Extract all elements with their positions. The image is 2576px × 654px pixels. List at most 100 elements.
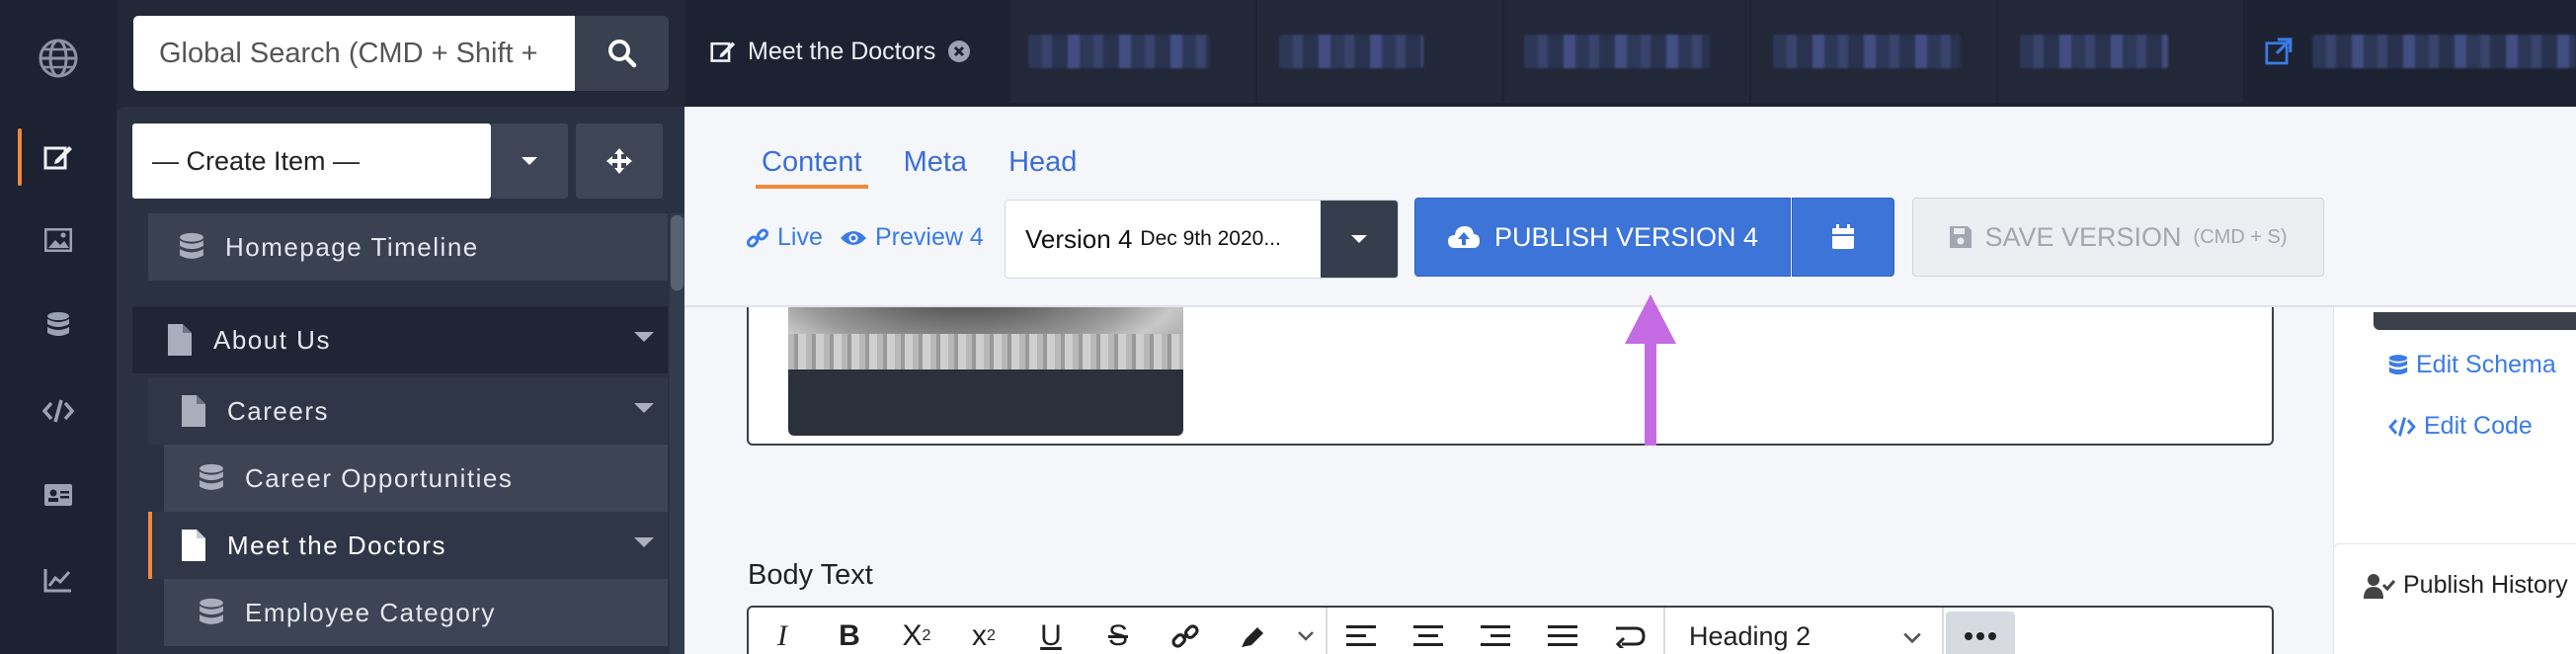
tree-item-meet-the-doctors[interactable]: Meet the Doctors	[148, 512, 668, 579]
tree-item-label: About Us	[213, 324, 331, 355]
redacted-tab-label	[1773, 35, 1961, 68]
live-link[interactable]: Live	[746, 223, 823, 252]
underline-icon[interactable]: U	[1017, 608, 1085, 654]
edit-content-icon[interactable]	[0, 123, 117, 192]
italic-icon[interactable]: I	[749, 608, 816, 654]
version-dropdown-button[interactable]	[1321, 201, 1398, 278]
sidebar: Global Search (CMD + Shift + — Create It…	[117, 0, 684, 654]
create-item-dropdown-button[interactable]	[491, 123, 568, 199]
expand-caret-icon[interactable]	[634, 537, 654, 547]
close-tab-icon[interactable]	[947, 40, 971, 63]
edit-icon	[710, 41, 736, 62]
cloud-upload-icon	[1447, 226, 1480, 248]
file-icon	[178, 391, 209, 431]
edit-schema-link[interactable]: Edit Schema	[2388, 351, 2556, 379]
search-input[interactable]: Global Search (CMD + Shift +	[133, 16, 575, 91]
tab-label: Meet the Doctors	[748, 37, 936, 65]
tab-redacted-2[interactable]	[1257, 0, 1502, 103]
subscript-icon[interactable]: X2	[883, 608, 950, 654]
file-icon	[178, 526, 209, 565]
tab-meta[interactable]: Meta	[898, 142, 973, 189]
redacted-tab-label	[1279, 35, 1423, 68]
app-window: Global Search (CMD + Shift + — Create It…	[0, 0, 2576, 654]
edit-code-link[interactable]: Edit Code	[2388, 412, 2533, 441]
body-text-label: Body Text	[748, 559, 873, 591]
search-icon	[607, 40, 636, 68]
align-right-icon[interactable]	[1462, 608, 1529, 654]
code-icon	[2388, 416, 2416, 437]
schedule-publish-button[interactable]	[1792, 198, 1894, 277]
save-icon	[1950, 226, 1972, 248]
wysiwyg-toolbar: I B X2 x2 U S Heading 2	[747, 606, 2274, 654]
eye-icon	[841, 230, 866, 245]
chevron-down-icon	[1351, 235, 1367, 243]
tab-redacted-4[interactable]	[1751, 0, 1996, 103]
globe-icon[interactable]	[0, 24, 117, 93]
tree-item-label: Employee Category	[245, 597, 496, 627]
redacted-tab-label	[1524, 35, 1710, 68]
user-check-icon	[2364, 573, 2395, 599]
redacted-tab-label	[1028, 35, 1210, 68]
tree-item-career-opportunities[interactable]: Career Opportunities	[164, 445, 668, 512]
save-version-button[interactable]: SAVE VERSION (CMD + S)	[1912, 198, 2324, 277]
publish-button[interactable]: PUBLISH VERSION 4	[1414, 198, 1791, 277]
chevron-down-icon	[522, 157, 537, 165]
icon-rail	[0, 0, 117, 654]
superscript-icon[interactable]: x2	[950, 608, 1017, 654]
tree-item-employee-category[interactable]: Employee Category	[164, 579, 668, 646]
bold-icon[interactable]: B	[816, 608, 883, 654]
version-date: Dec 9th 2020...	[1140, 227, 1281, 250]
tree-item-careers[interactable]: Careers	[148, 377, 668, 445]
analytics-chart-icon[interactable]	[0, 545, 117, 614]
tab-meet-the-doctors[interactable]: Meet the Doctors	[684, 0, 1006, 103]
tab-content[interactable]: Content	[756, 142, 868, 189]
main-editor: Content Meta Head Live Preview 4 Version…	[684, 107, 2576, 654]
expand-caret-icon[interactable]	[634, 403, 654, 413]
code-icon[interactable]	[0, 376, 117, 446]
heading-format-select[interactable]: Heading 2	[1665, 608, 1942, 654]
preview-label: Preview 4	[875, 223, 984, 251]
redacted-tab-label	[2020, 35, 2168, 68]
tree-item-label: Careers	[227, 395, 329, 426]
database-icon	[176, 227, 207, 267]
tree-item-about-us[interactable]: About Us	[132, 306, 668, 373]
search-button[interactable]	[575, 16, 669, 91]
database-icon	[196, 593, 227, 632]
publish-history-header[interactable]: Publish History	[2364, 571, 2568, 600]
reorder-nav-button[interactable]	[576, 123, 663, 199]
expand-caret-icon[interactable]	[634, 332, 654, 342]
tree-item-label: Career Opportunities	[245, 462, 514, 493]
content-tabs: Content Meta Head	[756, 142, 1083, 189]
align-center-icon[interactable]	[1395, 608, 1462, 654]
redacted-tab-label	[2311, 35, 2576, 68]
database-icon	[196, 458, 227, 498]
chevron-down-icon[interactable]	[1286, 608, 1326, 654]
tab-redacted-5[interactable]	[1998, 0, 2243, 103]
chevron-down-icon	[1903, 632, 1921, 644]
edit-code-label: Edit Code	[2424, 412, 2533, 440]
tab-external-link[interactable]	[2245, 0, 2576, 103]
create-item-select[interactable]: — Create Item —	[132, 123, 491, 199]
tree-item-label: Homepage Timeline	[225, 231, 479, 262]
media-icon[interactable]	[0, 205, 117, 275]
version-select[interactable]: Version 4 Dec 9th 2020...	[1005, 200, 1399, 279]
align-left-icon[interactable]	[1328, 608, 1395, 654]
highlighter-icon[interactable]	[1219, 608, 1286, 654]
sidebar-scroll-thumb[interactable]	[671, 215, 684, 290]
database-icon	[2388, 354, 2408, 374]
align-justify-icon[interactable]	[1529, 608, 1596, 654]
tab-head[interactable]: Head	[1003, 142, 1083, 189]
schema-database-icon[interactable]	[0, 290, 117, 360]
link-icon	[746, 227, 769, 248]
link-icon[interactable]	[1152, 608, 1219, 654]
more-options-button[interactable]	[1946, 612, 2015, 654]
contact-card-icon[interactable]	[0, 460, 117, 530]
strikethrough-icon[interactable]: S	[1085, 608, 1152, 654]
line-break-icon[interactable]	[1596, 608, 1663, 654]
toolbar-divider	[1942, 608, 1944, 654]
tree-item-homepage-timeline[interactable]: Homepage Timeline	[148, 213, 668, 281]
tab-redacted-3[interactable]	[1504, 0, 1749, 103]
tab-redacted-1[interactable]	[1010, 0, 1255, 103]
tree-item-label: Meet the Doctors	[227, 530, 446, 560]
preview-link[interactable]: Preview 4	[840, 223, 984, 252]
